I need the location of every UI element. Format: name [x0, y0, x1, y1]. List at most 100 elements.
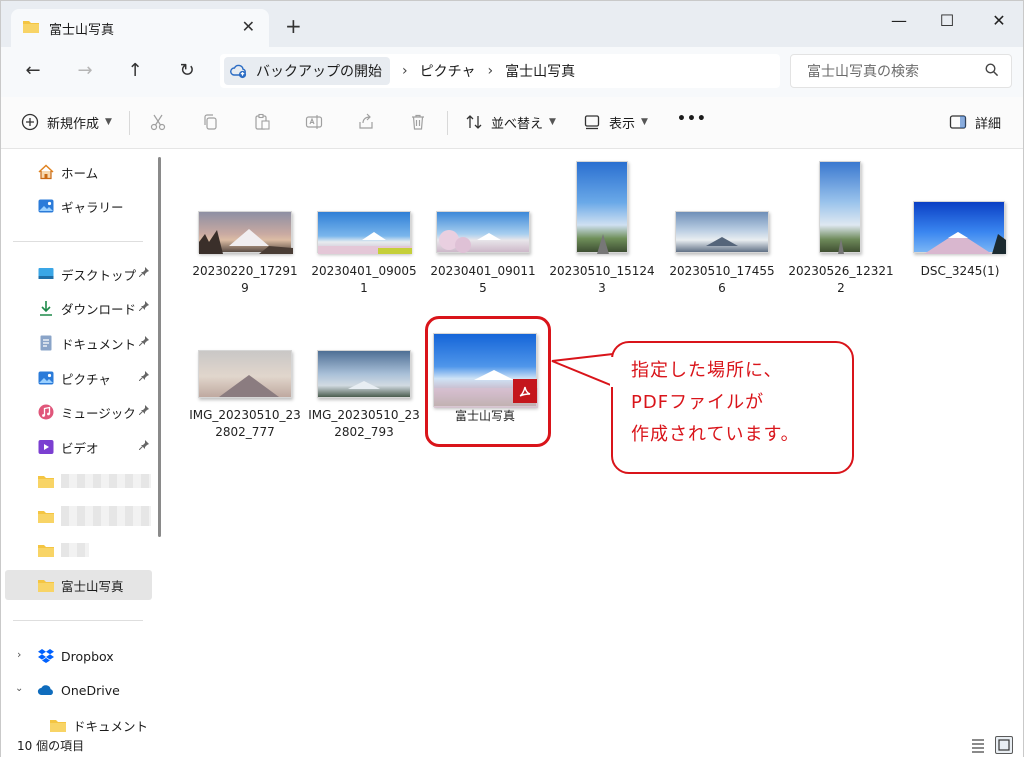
- file-thumbnail[interactable]: [317, 211, 412, 254]
- sidebar-item-desktop[interactable]: デスクトップ: [37, 259, 153, 289]
- file-thumbnail[interactable]: [198, 350, 292, 398]
- sidebar-item-onedrive-documents[interactable]: ドキュメント: [49, 710, 153, 733]
- sidebar-item-hidden-folder[interactable]: [37, 466, 153, 496]
- details-pane-icon: [947, 111, 969, 133]
- sidebar-item-label: ダウンロード: [61, 301, 137, 317]
- minimize-button[interactable]: —: [889, 11, 909, 30]
- sidebar-item-home[interactable]: ホーム: [37, 157, 147, 187]
- breadcrumb-backup[interactable]: バックアップの開始: [224, 57, 390, 85]
- clipboard-icon: [251, 111, 273, 133]
- toolbar-divider: [129, 111, 130, 135]
- sidebar-item-label: Dropbox: [61, 648, 114, 664]
- sidebar-item-downloads[interactable]: ダウンロード: [37, 293, 153, 323]
- gallery-icon: [37, 197, 55, 215]
- document-icon: [37, 334, 55, 352]
- file-name[interactable]: IMG_20230510_232802_777: [189, 407, 301, 441]
- search-input[interactable]: 富士山写真の検索: [790, 54, 1012, 88]
- pictures-icon: [37, 369, 55, 387]
- address-bar[interactable]: バックアップの開始 › ピクチャ › 富士山写真: [220, 54, 780, 88]
- file-thumbnail[interactable]: [819, 161, 861, 254]
- sort-icon: [463, 111, 485, 133]
- file-name[interactable]: DSC_3245(1): [904, 263, 1016, 280]
- file-thumbnail[interactable]: [576, 161, 628, 254]
- file-name[interactable]: 20230510_174556: [666, 263, 778, 297]
- search-placeholder: 富士山写真の検索: [807, 64, 919, 80]
- breadcrumb-separator[interactable]: ›: [487, 63, 493, 79]
- close-window-button[interactable]: ✕: [989, 11, 1009, 30]
- new-tab-button[interactable]: +: [285, 16, 302, 36]
- rename-icon: [303, 111, 325, 133]
- more-options-button[interactable]: •••: [677, 111, 707, 127]
- sidebar-item-label: ミュージック: [61, 405, 136, 421]
- sidebar-item-label: デスクトップ: [61, 267, 137, 283]
- file-thumbnail[interactable]: [436, 211, 530, 253]
- toolbar-divider: [447, 111, 448, 135]
- sidebar-item-hidden-folder[interactable]: [37, 501, 153, 531]
- copy-icon: [199, 111, 221, 133]
- back-button[interactable]: ←: [21, 60, 45, 82]
- file-name[interactable]: 20230401_090115: [427, 263, 539, 297]
- sidebar-item-documents[interactable]: ドキュメント: [37, 328, 153, 358]
- maximize-button[interactable]: ☐: [937, 11, 957, 30]
- desktop-icon: [37, 265, 55, 283]
- chevron-down-icon: ▼: [549, 117, 556, 127]
- redacted-folder-name: [61, 474, 151, 488]
- sidebar-item-onedrive[interactable]: OneDrive: [37, 675, 153, 705]
- copy-button[interactable]: [199, 111, 221, 133]
- trash-icon: [407, 111, 429, 133]
- chevron-right-icon[interactable]: ›: [17, 648, 21, 661]
- navigation-pane: ホーム ギャラリー デスクトップ ダウンロード ドキュメント ピクチャ ミュージ…: [1, 149, 163, 733]
- music-icon: [37, 403, 55, 421]
- sort-button[interactable]: 並べ替え ▼: [463, 111, 556, 133]
- forward-button[interactable]: →: [73, 60, 97, 82]
- video-icon: [37, 438, 55, 456]
- close-tab-icon[interactable]: ✕: [242, 19, 255, 35]
- breadcrumb-item: バックアップの開始: [256, 64, 382, 80]
- breadcrumb-separator[interactable]: ›: [402, 63, 408, 79]
- tab-fujisan[interactable]: 富士山写真 ✕: [11, 9, 269, 47]
- file-thumbnail[interactable]: [675, 211, 769, 253]
- delete-button[interactable]: [407, 111, 429, 133]
- file-name[interactable]: 20230401_090051: [308, 263, 420, 297]
- file-name[interactable]: IMG_20230510_232802_793: [308, 407, 420, 441]
- sidebar-item-pictures[interactable]: ピクチャ: [37, 363, 153, 393]
- new-button[interactable]: 新規作成 ▼: [19, 111, 112, 133]
- chevron-down-icon[interactable]: ⌄: [15, 683, 23, 694]
- sidebar-item-fujisan[interactable]: 富士山写真: [5, 570, 152, 600]
- up-button[interactable]: ↑: [123, 60, 147, 82]
- sidebar-item-hidden-folder[interactable]: [37, 535, 153, 565]
- share-button[interactable]: [355, 111, 377, 133]
- refresh-button[interactable]: ↻: [175, 60, 199, 82]
- file-name[interactable]: 20230526_123212: [785, 263, 897, 297]
- sidebar-item-label: ドキュメント: [61, 336, 137, 352]
- sidebar-item-label: ピクチャ: [61, 371, 111, 387]
- sidebar-item-dropbox[interactable]: Dropbox: [37, 641, 153, 671]
- sidebar-item-gallery[interactable]: ギャラリー: [37, 191, 147, 221]
- title-bar: 富士山写真 ✕ + — ☐ ✕: [1, 1, 1023, 47]
- sidebar-item-videos[interactable]: ビデオ: [37, 432, 153, 462]
- pin-icon: [138, 371, 149, 384]
- sidebar-item-label: ホーム: [61, 165, 99, 181]
- sidebar-item-label: OneDrive: [61, 682, 120, 698]
- sidebar-item-label: ギャラリー: [61, 199, 124, 215]
- sidebar-item-music[interactable]: ミュージック: [37, 397, 153, 427]
- file-name[interactable]: 20230220_172919: [189, 263, 301, 297]
- file-thumbnail[interactable]: [913, 201, 1006, 254]
- cut-button[interactable]: [147, 111, 169, 133]
- details-pane-button[interactable]: 詳細: [947, 111, 1001, 133]
- breadcrumb-fujisan[interactable]: 富士山写真: [505, 61, 575, 81]
- file-thumbnail[interactable]: [198, 211, 293, 254]
- sidebar-scrollbar[interactable]: [158, 157, 161, 537]
- onedrive-cloud-icon: [37, 681, 55, 699]
- view-button[interactable]: 表示 ▼: [581, 111, 648, 133]
- cloud-backup-icon: [230, 63, 248, 79]
- breadcrumb-pictures[interactable]: ピクチャ: [420, 61, 476, 81]
- file-name[interactable]: 20230510_151243: [546, 263, 658, 297]
- paste-button[interactable]: [251, 111, 273, 133]
- rename-button[interactable]: [303, 111, 325, 133]
- sidebar-item-label: ドキュメント: [73, 718, 149, 734]
- large-icons-view-icon[interactable]: [995, 736, 1013, 754]
- highlight-ring: [425, 316, 551, 447]
- file-thumbnail[interactable]: [317, 350, 411, 398]
- details-view-icon[interactable]: [969, 736, 987, 754]
